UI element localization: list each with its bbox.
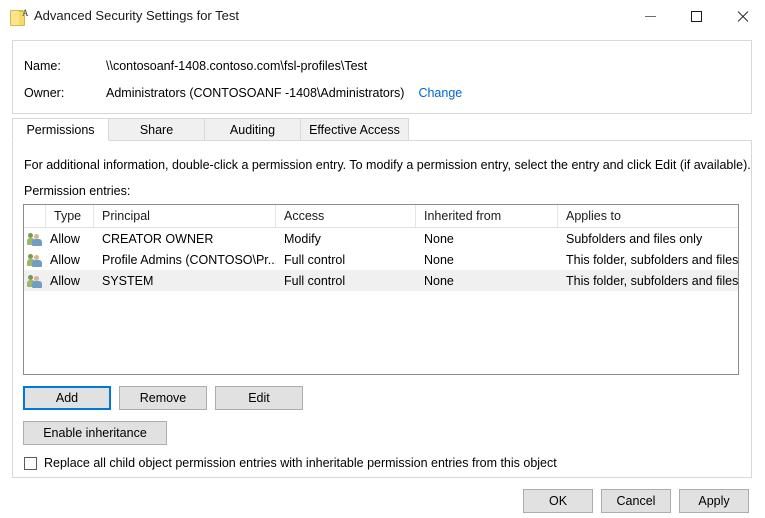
cell-inherited-from: None	[416, 228, 558, 249]
dialog-footer: OK Cancel Apply	[0, 478, 765, 518]
close-button[interactable]	[719, 0, 765, 33]
cell-applies-to: Subfolders and files only	[558, 228, 738, 249]
apply-button[interactable]: Apply	[679, 489, 749, 513]
window-title: Advanced Security Settings for Test	[34, 8, 239, 23]
instruction-text: For additional information, double-click…	[24, 158, 751, 172]
change-owner-link[interactable]: Change	[418, 86, 462, 100]
tab-effective-access[interactable]: Effective Access	[301, 118, 409, 141]
replace-child-permissions-row[interactable]: Replace all child object permission entr…	[24, 456, 557, 470]
users-group-icon	[27, 274, 43, 288]
column-header-applies-to[interactable]: Applies to	[558, 205, 738, 227]
replace-child-permissions-label: Replace all child object permission entr…	[44, 456, 557, 470]
column-header-type[interactable]: Type	[46, 205, 94, 227]
minimize-button[interactable]	[627, 0, 673, 33]
users-group-icon	[27, 232, 43, 246]
row-icon-cell	[24, 228, 46, 249]
name-row: Name:\\contosoanf-1408.contoso.com\fsl-p…	[24, 59, 367, 73]
column-header-gutter	[24, 205, 46, 227]
permissions-panel: For additional information, double-click…	[12, 140, 752, 478]
tab-auditing[interactable]: Auditing	[205, 118, 301, 141]
cell-principal: SYSTEM	[94, 270, 276, 291]
permission-entries-list[interactable]: Type Principal Access Inherited from App…	[23, 204, 739, 375]
cell-access: Full control	[276, 270, 416, 291]
table-row[interactable]: Allow SYSTEM Full control None This fold…	[24, 270, 738, 291]
enable-inheritance-button[interactable]: Enable inheritance	[23, 421, 167, 445]
owner-label: Owner:	[24, 86, 106, 100]
permission-entries-label: Permission entries:	[24, 184, 130, 198]
users-group-icon	[27, 253, 43, 267]
table-row[interactable]: Allow Profile Admins (CONTOSO\Pr... Full…	[24, 249, 738, 270]
maximize-button[interactable]	[673, 0, 719, 33]
ok-button[interactable]: OK	[523, 489, 593, 513]
row-icon-cell	[24, 249, 46, 270]
cell-type: Allow	[46, 249, 94, 270]
name-label: Name:	[24, 59, 106, 73]
remove-button[interactable]: Remove	[119, 386, 207, 410]
cell-applies-to: This folder, subfolders and files	[558, 270, 738, 291]
table-row[interactable]: Allow CREATOR OWNER Modify None Subfolde…	[24, 228, 738, 249]
owner-row: Owner:Administrators (CONTOSOANF -1408\A…	[24, 86, 462, 100]
name-value: \\contosoanf-1408.contoso.com\fsl-profil…	[106, 59, 367, 73]
column-header-access[interactable]: Access	[276, 205, 416, 227]
maximize-icon	[691, 11, 702, 22]
cell-type: Allow	[46, 228, 94, 249]
edit-button[interactable]: Edit	[215, 386, 303, 410]
cell-principal: CREATOR OWNER	[94, 228, 276, 249]
tab-bar: Permissions Share Auditing Effective Acc…	[12, 118, 409, 141]
row-icon-cell	[24, 270, 46, 291]
cell-access: Full control	[276, 249, 416, 270]
tab-share[interactable]: Share	[109, 118, 205, 141]
owner-value: Administrators (CONTOSOANF -1408\Adminis…	[106, 86, 404, 100]
replace-child-permissions-checkbox[interactable]	[24, 457, 37, 470]
cell-type: Allow	[46, 270, 94, 291]
tab-permissions[interactable]: Permissions	[12, 118, 109, 141]
cell-inherited-from: None	[416, 270, 558, 291]
object-info-panel: Name:\\contosoanf-1408.contoso.com\fsl-p…	[12, 40, 752, 114]
title-bar: A Advanced Security Settings for Test	[0, 0, 765, 33]
cell-inherited-from: None	[416, 249, 558, 270]
cell-applies-to: This folder, subfolders and files	[558, 249, 738, 270]
cancel-button[interactable]: Cancel	[601, 489, 671, 513]
window-controls	[627, 0, 765, 33]
folder-icon: A	[10, 8, 27, 25]
column-header-principal[interactable]: Principal	[94, 205, 276, 227]
cell-access: Modify	[276, 228, 416, 249]
table-header-row: Type Principal Access Inherited from App…	[24, 205, 738, 228]
minimize-icon	[645, 16, 656, 17]
close-icon	[736, 11, 748, 23]
column-header-inherited-from[interactable]: Inherited from	[416, 205, 558, 227]
cell-principal: Profile Admins (CONTOSO\Pr...	[94, 249, 276, 270]
add-button[interactable]: Add	[23, 386, 111, 410]
